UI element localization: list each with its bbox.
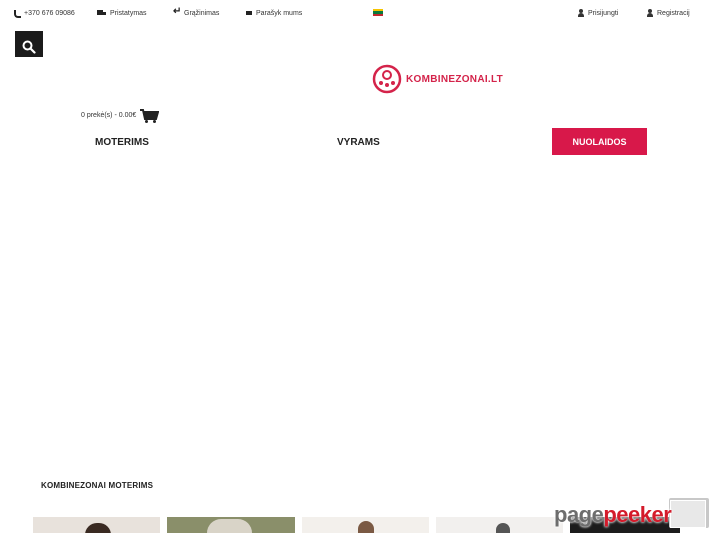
register-label: Registracij xyxy=(657,9,690,17)
contact-link[interactable]: Parašyk mums xyxy=(245,9,302,17)
user-icon xyxy=(577,9,585,17)
flag-icon[interactable] xyxy=(373,9,383,16)
search-icon xyxy=(22,40,36,54)
watermark-text-part1: page xyxy=(554,502,604,527)
cart-summary[interactable]: 0 prekė(s) - 0.00€ xyxy=(81,107,160,123)
site-logo[interactable]: KOMBINEZONAI.LT xyxy=(371,64,503,94)
mail-icon xyxy=(245,9,253,17)
nav-men[interactable]: VYRAMS xyxy=(337,137,380,148)
pagepeeker-watermark: pagepeeker xyxy=(554,498,709,528)
product-thumb[interactable] xyxy=(167,517,295,533)
product-thumb[interactable] xyxy=(33,517,160,533)
logo-icon xyxy=(372,64,402,94)
contact-label: Parašyk mums xyxy=(256,9,303,17)
search-button[interactable] xyxy=(15,31,43,57)
user-plus-icon xyxy=(646,9,654,17)
returns-label: Grąžinimas xyxy=(184,9,220,17)
truck-icon xyxy=(97,9,107,17)
product-thumb[interactable] xyxy=(302,517,429,533)
return-icon xyxy=(173,6,181,17)
register-link[interactable]: Registracij xyxy=(646,9,690,17)
login-label: Prisijungti xyxy=(588,9,619,17)
login-link[interactable]: Prisijungti xyxy=(577,9,618,17)
product-thumb[interactable] xyxy=(436,517,563,533)
delivery-label: Pristatymas xyxy=(110,9,147,17)
section-title: KOMBINEZONAI MOTERIMS xyxy=(41,481,154,490)
watermark-text-part2: peeker xyxy=(603,502,672,527)
cart-text: 0 prekė(s) - 0.00€ xyxy=(81,111,137,119)
phone-number: +370 676 09086 xyxy=(24,9,75,17)
nav-women[interactable]: MOTERIMS xyxy=(95,137,149,148)
delivery-link[interactable]: Pristatymas xyxy=(97,9,147,17)
logo-text: KOMBINEZONAI.LT xyxy=(406,73,504,85)
phone-icon xyxy=(13,9,21,18)
top-bar: +370 676 09086 Pristatymas Grąžinimas Pa… xyxy=(0,0,709,26)
cart-icon xyxy=(139,107,160,123)
nav-sale-button[interactable]: NUOLAIDOS xyxy=(552,128,647,155)
returns-link[interactable]: Grąžinimas xyxy=(173,6,220,17)
phone-link[interactable]: +370 676 09086 xyxy=(13,9,75,18)
